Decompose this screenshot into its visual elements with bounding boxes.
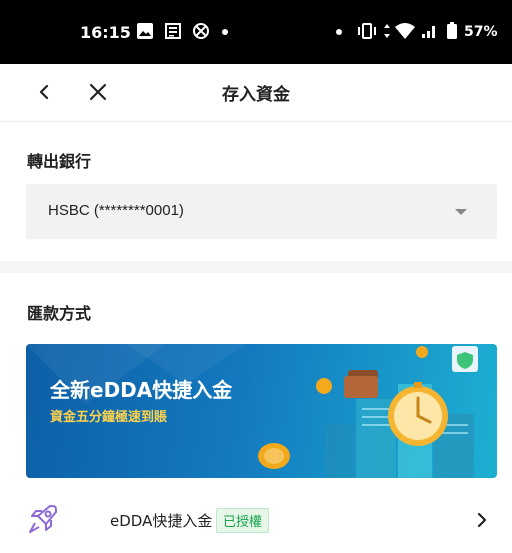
signal-icon	[422, 26, 435, 38]
wifi-icon	[395, 23, 415, 39]
gallery-icon	[137, 23, 153, 39]
banner-headline: 全新eDDA快捷入金	[50, 378, 233, 402]
bank-select-dropdown[interactable]: HSBC (********0001)	[26, 184, 497, 239]
chevron-right-icon	[477, 512, 487, 528]
edda-promo-banner[interactable]: 全新eDDA快捷入金 資金五分鐘極速到賬	[26, 344, 497, 478]
data-arrows-icon	[384, 24, 390, 38]
status-time: 16:15	[80, 23, 131, 42]
transfer-bank-title: 轉出銀行	[27, 152, 92, 171]
bank-select-value: HSBC (********0001)	[48, 202, 184, 219]
section-separator	[0, 261, 512, 273]
status-bar: 16:15 57%	[0, 0, 512, 64]
sync-icon	[193, 23, 209, 39]
vibrate-icon	[358, 23, 376, 39]
dot-icon	[336, 29, 342, 35]
battery-percentage: 57%	[464, 24, 498, 40]
news-icon	[165, 23, 181, 39]
method-label: eDDA快捷入金	[110, 512, 213, 530]
method-item-edda[interactable]: eDDA快捷入金 已授權	[0, 490, 512, 553]
notification-dot-icon	[222, 29, 228, 35]
battery-icon	[447, 22, 457, 39]
nav-divider	[0, 121, 512, 122]
banner-subline: 資金五分鐘極速到賬	[50, 410, 168, 425]
nav-bar: 存入資金	[0, 64, 512, 120]
remittance-method-title: 匯款方式	[27, 304, 92, 323]
authorized-badge: 已授權	[216, 508, 270, 533]
rocket-icon	[29, 505, 57, 533]
dropdown-caret-icon	[455, 209, 467, 215]
page-title: 存入資金	[222, 85, 290, 105]
